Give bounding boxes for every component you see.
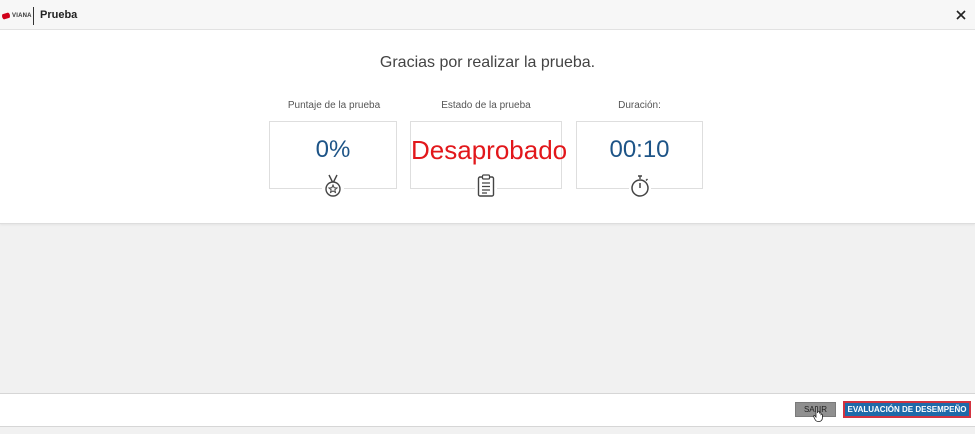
duration-value: 00:10 bbox=[609, 136, 670, 163]
results-panel: Gracias por realizar la prueba. Puntaje … bbox=[0, 30, 975, 224]
company-logo: VIANA bbox=[2, 9, 32, 23]
title-divider bbox=[33, 7, 34, 25]
status-card: Desaprobado bbox=[410, 121, 568, 199]
score-card: 0% bbox=[269, 121, 397, 199]
window-titlebar: VIANA Prueba bbox=[0, 0, 975, 30]
close-icon[interactable] bbox=[955, 9, 967, 21]
score-label: Puntaje de la prueba bbox=[287, 100, 381, 111]
duration-label: Duración: bbox=[618, 100, 661, 111]
footer-bar: SALIR EVALUACIÓN DE DESEMPEÑO bbox=[0, 393, 975, 427]
logo-mark-icon bbox=[2, 12, 10, 20]
clipboard-icon bbox=[475, 173, 497, 199]
status-label: Estado de la prueba bbox=[441, 100, 531, 111]
hand-cursor-icon bbox=[813, 406, 823, 422]
stopwatch-icon bbox=[628, 173, 651, 199]
logo-text: VIANA bbox=[12, 13, 32, 19]
status-value: Desaprobado bbox=[411, 135, 568, 165]
performance-evaluation-button[interactable]: EVALUACIÓN DE DESEMPEÑO bbox=[843, 401, 971, 418]
medal-icon bbox=[322, 173, 344, 199]
duration-card: 00:10 bbox=[576, 121, 703, 199]
window-title: Prueba bbox=[40, 9, 78, 21]
page-headline: Gracias por realizar la prueba. bbox=[379, 54, 596, 71]
score-value: 0% bbox=[315, 136, 351, 163]
